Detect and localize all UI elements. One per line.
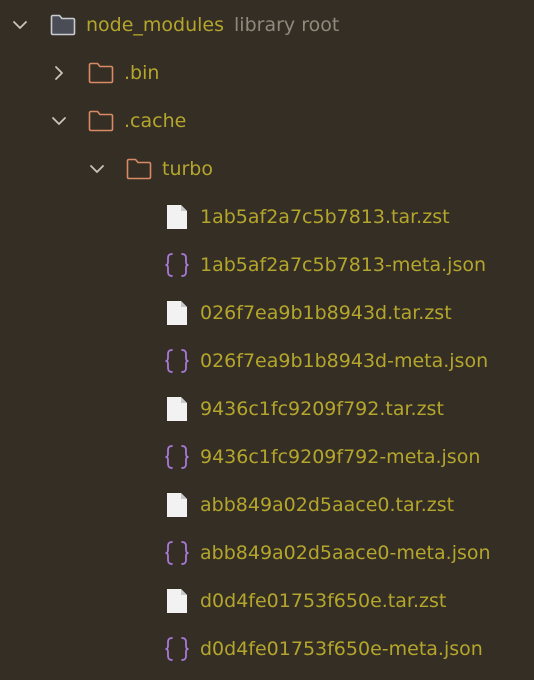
file-icon (164, 205, 190, 229)
folder-icon (126, 157, 152, 181)
tree-row-label: 9436c1fc9209f792-meta.json (200, 446, 481, 468)
tree-row-json[interactable]: 026f7ea9b1b8943d-meta.json (0, 337, 534, 385)
tree-row-json[interactable]: 9436c1fc9209f792-meta.json (0, 433, 534, 481)
tree-row-label: .cache (124, 110, 187, 132)
tree-row-turbo[interactable]: turbo (0, 145, 534, 193)
tree-row-bin[interactable]: .bin (0, 49, 534, 97)
folder-icon (88, 109, 114, 133)
chevron-down-icon[interactable] (50, 112, 68, 130)
chevron-right-icon[interactable] (50, 64, 68, 82)
tree-row-label: 1ab5af2a7c5b7813.tar.zst (200, 206, 450, 228)
chevron-down-icon[interactable] (11, 16, 29, 34)
tree-row-json[interactable]: d0d4fe01753f650e-meta.json (0, 625, 534, 673)
tree-row-node-modules[interactable]: node_modules library root (0, 1, 534, 49)
tree-row-cache[interactable]: .cache (0, 97, 534, 145)
tree-row-label: abb849a02d5aace0-meta.json (200, 542, 491, 564)
tree-row-label: turbo (162, 158, 213, 180)
folder-icon (88, 61, 114, 85)
tree-row-json[interactable]: 1ab5af2a7c5b7813-meta.json (0, 241, 534, 289)
json-icon (164, 253, 190, 277)
tree-row-label: d0d4fe01753f650e-meta.json (200, 638, 483, 660)
chevron-down-icon[interactable] (88, 160, 106, 178)
tree-row-file[interactable]: d0d4fe01753f650e.tar.zst (0, 577, 534, 625)
tree-row-label: .bin (124, 62, 160, 84)
tree-row-json[interactable]: abb849a02d5aace0-meta.json (0, 529, 534, 577)
file-icon (164, 301, 190, 325)
tree-row-label: 9436c1fc9209f792.tar.zst (200, 398, 444, 420)
file-icon (164, 589, 190, 613)
tree-row-file[interactable]: 9436c1fc9209f792.tar.zst (0, 385, 534, 433)
project-tree: node_modules library root .bin .cache tur… (0, 0, 534, 680)
json-icon (164, 349, 190, 373)
root-folder-name: node_modules (86, 14, 225, 36)
tree-row-file[interactable]: abb849a02d5aace0.tar.zst (0, 481, 534, 529)
json-icon (164, 637, 190, 661)
library-root-hint: library root (234, 14, 340, 36)
tree-row-label: 1ab5af2a7c5b7813-meta.json (200, 254, 487, 276)
tree-row-label: 026f7ea9b1b8943d.tar.zst (200, 302, 452, 324)
tree-row-file[interactable]: 1ab5af2a7c5b7813.tar.zst (0, 193, 534, 241)
tree-row-label: node_modules library root (86, 13, 339, 37)
tree-row-label: d0d4fe01753f650e.tar.zst (200, 590, 447, 612)
folder-icon (50, 13, 76, 37)
tree-row-file[interactable]: 026f7ea9b1b8943d.tar.zst (0, 289, 534, 337)
file-icon (164, 493, 190, 517)
tree-row-label: 026f7ea9b1b8943d-meta.json (200, 350, 489, 372)
json-icon (164, 445, 190, 469)
file-icon (164, 397, 190, 421)
json-icon (164, 541, 190, 565)
tree-row-label: abb849a02d5aace0.tar.zst (200, 494, 455, 516)
